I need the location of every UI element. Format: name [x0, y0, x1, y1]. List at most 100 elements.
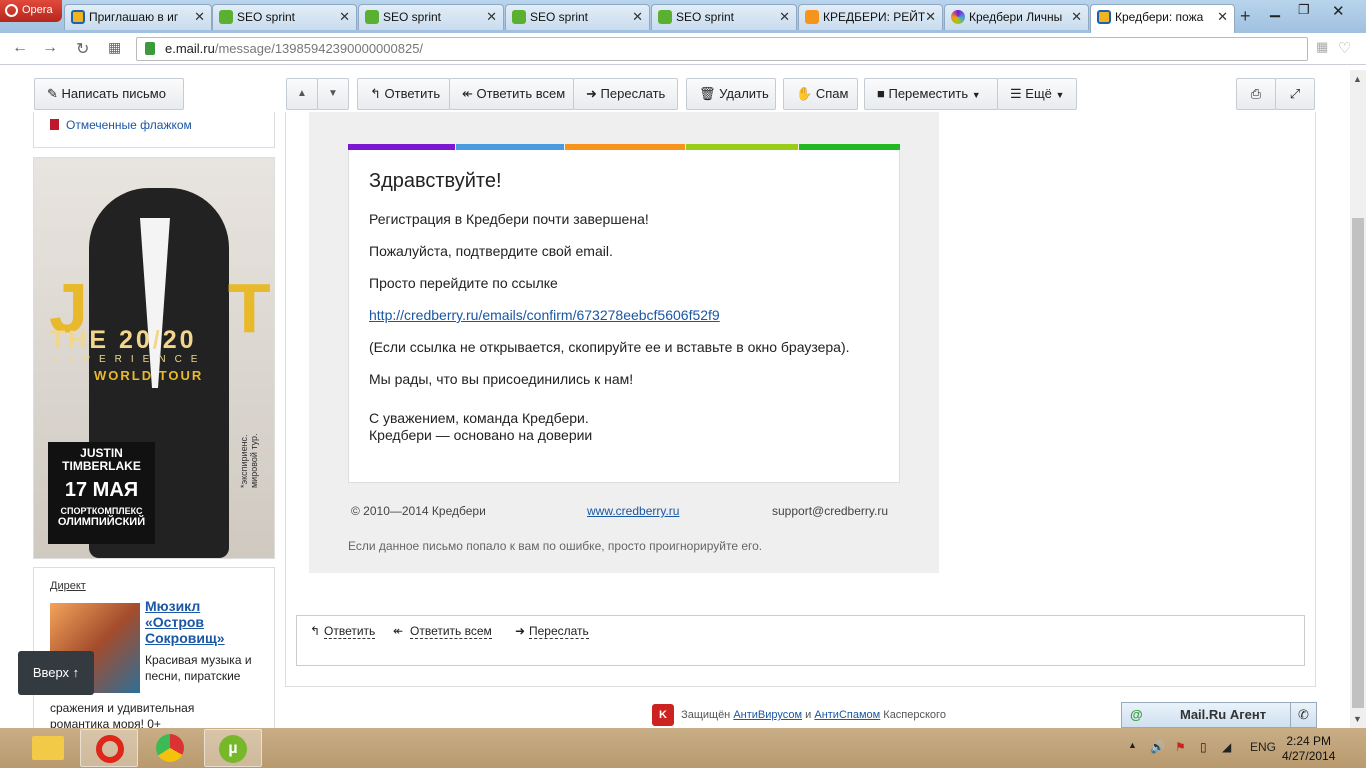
scrollbar-thumb[interactable] — [1352, 218, 1364, 708]
chevron-down-icon: ▼ — [1055, 90, 1065, 100]
credberry-favicon-icon — [951, 10, 965, 24]
battery-icon[interactable]: ▯ — [1200, 740, 1207, 754]
back-icon[interactable]: ← — [12, 39, 28, 57]
support-email: support@credberry.ru — [772, 504, 889, 518]
letter-signature: С уважением, команда Кредбери. Кредбери —… — [369, 410, 593, 443]
opera-taskbar-button[interactable] — [80, 729, 138, 767]
letter-paragraph: Регистрация в Кредбери почти завершена! — [369, 211, 649, 227]
confirm-link[interactable]: http://credberry.ru/emails/confirm/67327… — [369, 307, 720, 323]
restore-icon[interactable]: ❐ — [1298, 2, 1310, 18]
print-button[interactable]: ⎙ — [1236, 78, 1276, 110]
letter-paragraph: Мы рады, что вы присоединились к нам! — [369, 371, 634, 387]
signal-icon[interactable]: ◢ — [1222, 740, 1231, 754]
tab-priglashayu[interactable]: Приглашаю в иг ✕ — [64, 4, 212, 30]
url-field[interactable]: e.mail.ru/message/13985942390000000825/ — [136, 37, 1308, 61]
direct-label[interactable]: Директ — [50, 580, 86, 592]
language-indicator[interactable]: ENG — [1250, 740, 1276, 754]
minimize-icon[interactable]: ▁ — [1270, 2, 1280, 18]
tab-seo-sprint-2[interactable]: SEO sprint ✕ — [358, 4, 504, 30]
more-button[interactable]: ☰ Ещё ▼ — [997, 78, 1077, 110]
spam-button[interactable]: ✋ Спам — [783, 78, 858, 110]
next-message-button[interactable]: ▼ — [317, 78, 349, 110]
stash-icon[interactable]: ▦ — [1316, 39, 1328, 55]
reply-all-icon: ↞ — [393, 624, 404, 638]
menu-icon: ☰ — [1010, 86, 1022, 101]
system-clock[interactable]: 2:24 PM 4/27/2014 — [1282, 734, 1335, 764]
windows-taskbar: µ ▲ 🔊 ⚑ ▯ ◢ ENG 2:24 PM 4/27/2014 — [0, 728, 1366, 768]
scroll-up-button[interactable]: Вверх ↑ — [18, 651, 94, 695]
new-tab-button[interactable]: + — [1240, 6, 1251, 27]
quick-reply-link[interactable]: ↰ Ответить — [310, 624, 376, 639]
forward-icon[interactable]: → — [42, 39, 58, 57]
reload-icon[interactable]: ↻ — [76, 39, 89, 59]
thumbs-down-icon: ✋ — [796, 86, 813, 101]
close-window-icon[interactable]: ✕ — [1332, 2, 1345, 20]
forward-button[interactable]: ➜ Переслать — [573, 78, 678, 110]
antivirus-link[interactable]: АнтиВирусом — [733, 709, 802, 721]
close-tab-icon[interactable]: ✕ — [339, 5, 350, 29]
expand-icon: ⤢ — [1289, 86, 1301, 101]
close-tab-icon[interactable]: ✕ — [1217, 5, 1228, 29]
close-tab-icon[interactable]: ✕ — [1071, 5, 1082, 29]
tab-seo-sprint-3[interactable]: SEO sprint ✕ — [505, 4, 650, 30]
trash-icon: 🗑 — [699, 86, 716, 101]
close-tab-icon[interactable]: ✕ — [632, 5, 643, 29]
heart-icon[interactable]: ♡ — [1338, 39, 1351, 57]
letter-ignore-note: Если данное письмо попало к вам по ошибк… — [348, 539, 763, 553]
seosprint-favicon-icon — [658, 10, 672, 24]
ad-headline[interactable]: Мюзикл «Остров Сокровищ» — [145, 598, 255, 646]
tray-expand-icon[interactable]: ▲ — [1128, 740, 1137, 750]
quick-forward-link[interactable]: ➜ Переслать — [515, 624, 589, 639]
close-tab-icon[interactable]: ✕ — [925, 5, 936, 29]
phone-icon[interactable]: ✆ — [1290, 703, 1316, 727]
tab-credberry-cabinet[interactable]: Кредбери Личны ✕ — [944, 4, 1089, 30]
compose-button[interactable]: ✎ Написать письмо — [34, 78, 184, 110]
tab-credberry-active[interactable]: Кредбери: пожа ✕ — [1090, 4, 1235, 33]
expand-button[interactable]: ⤢ — [1275, 78, 1315, 110]
opera-menu-button[interactable]: Opera — [0, 0, 62, 22]
chevron-down-icon: ▼ — [971, 90, 981, 100]
close-tab-icon[interactable]: ✕ — [486, 5, 497, 29]
site-link[interactable]: www.credberry.ru — [587, 504, 679, 518]
network-warning-icon[interactable]: ⚑ — [1175, 740, 1186, 754]
mailru-agent-button[interactable]: @ Mail.Ru Агент ✆ — [1121, 702, 1317, 728]
volume-icon[interactable]: 🔊 — [1150, 740, 1165, 754]
scroll-up-arrow-icon[interactable]: ▲ — [1353, 74, 1362, 84]
prev-message-button[interactable]: ▲ — [286, 78, 318, 110]
reply-button[interactable]: ↰ Ответить — [357, 78, 450, 110]
banner-date-box: JUSTIN TIMBERLAKE 17 МАЯ СПОРТКОМПЛЕКС О… — [48, 442, 155, 544]
reply-all-button[interactable]: ↞ Ответить всем — [449, 78, 574, 110]
explorer-taskbar-button[interactable] — [18, 729, 76, 767]
utorrent-taskbar-button[interactable]: µ — [204, 729, 262, 767]
forward-arrow-icon: ➜ — [586, 86, 597, 101]
antispam-link[interactable]: АнтиСпамом — [814, 709, 880, 721]
letter-card: Здравствуйте! Регистрация в Кредбери поч… — [348, 150, 900, 483]
scroll-down-arrow-icon[interactable]: ▼ — [1353, 714, 1362, 724]
reply-icon: ↰ — [370, 86, 381, 101]
letter-paragraph: Просто перейдите по ссылке — [369, 275, 558, 291]
letter-greeting: Здравствуйте! — [369, 170, 502, 192]
vertical-scrollbar[interactable]: ▲ ▼ — [1350, 70, 1366, 728]
folder-icon — [32, 736, 64, 760]
tab-seo-sprint-1[interactable]: SEO sprint ✕ — [212, 4, 357, 30]
chrome-taskbar-button[interactable] — [142, 729, 200, 767]
quick-reply-box — [296, 615, 1305, 666]
close-tab-icon[interactable]: ✕ — [194, 5, 205, 29]
concert-banner-ad[interactable]: JT THE 20/20 EXPERIENCE WORLD TOUR JUSTI… — [33, 157, 275, 559]
banner-footnote: *экспириенс. мировой тур. — [239, 433, 259, 488]
letter-paragraph: Пожалуйста, подтвердите свой email. — [369, 243, 613, 259]
delete-button[interactable]: 🗑 Удалить — [686, 78, 776, 110]
move-button[interactable]: ■ Переместить ▼ — [864, 78, 998, 110]
tab-credberry-rating[interactable]: КРЕДБЕРИ: РЕЙТ ✕ — [798, 4, 943, 30]
tab-seo-sprint-4[interactable]: SEO sprint ✕ — [651, 4, 797, 30]
banner-experience: EXPERIENCE — [52, 354, 207, 365]
kaspersky-shield-icon: K — [652, 704, 674, 726]
speed-dial-icon[interactable]: ▦ — [108, 39, 121, 56]
reply-all-icon: ↞ — [462, 86, 473, 101]
letter-copyright: © 2010—2014 Кредбери — [351, 504, 486, 518]
letter-paragraph: (Если ссылка не открывается, скопируйте … — [369, 339, 850, 355]
quick-reply-all-link[interactable]: ↞ Ответить всем — [393, 624, 492, 639]
close-tab-icon[interactable]: ✕ — [779, 5, 790, 29]
printer-icon: ⎙ — [1250, 86, 1262, 101]
mailru-favicon-icon — [1097, 10, 1111, 24]
